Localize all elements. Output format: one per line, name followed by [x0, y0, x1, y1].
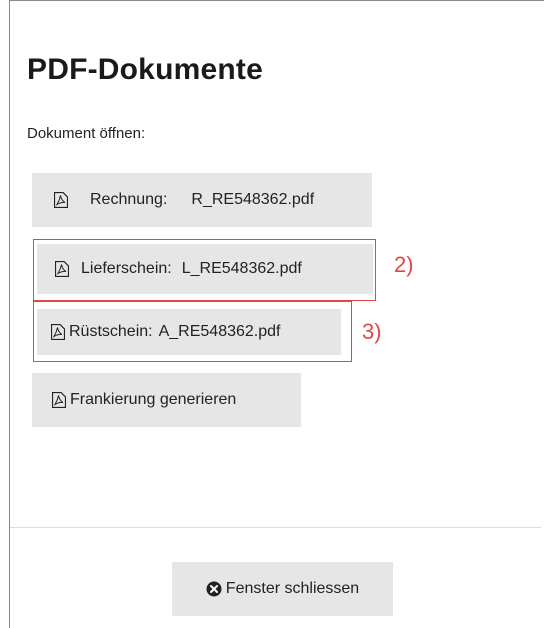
generate-frankierung-button[interactable]: Frankierung generieren [32, 373, 301, 427]
pdf-file-icon [51, 391, 67, 409]
close-window-label: Fenster schliessen [225, 580, 360, 597]
pdf-file-icon [53, 191, 69, 209]
pdf-documents-dialog: PDF-Dokumente Dokument öffnen: Rechnung:… [9, 0, 544, 628]
annotation-label-2: 2) [394, 252, 414, 277]
open-rechnung-button[interactable]: Rechnung: R_RE548362.pdf [32, 173, 372, 227]
annotation-box-2 [33, 239, 376, 301]
annotation-label-3: 3) [362, 319, 382, 344]
annotation-box-3 [33, 301, 352, 362]
document-label: Rechnung: [90, 191, 168, 208]
open-document-label: Dokument öffnen: [27, 125, 146, 142]
footer-divider [10, 527, 541, 528]
close-window-button[interactable]: Fenster schliessen [172, 562, 393, 616]
dialog-title: PDF-Dokumente [27, 53, 263, 86]
document-filename: R_RE548362.pdf [191, 191, 315, 208]
close-circle-icon [206, 581, 222, 597]
document-label: Frankierung generieren [70, 391, 237, 408]
